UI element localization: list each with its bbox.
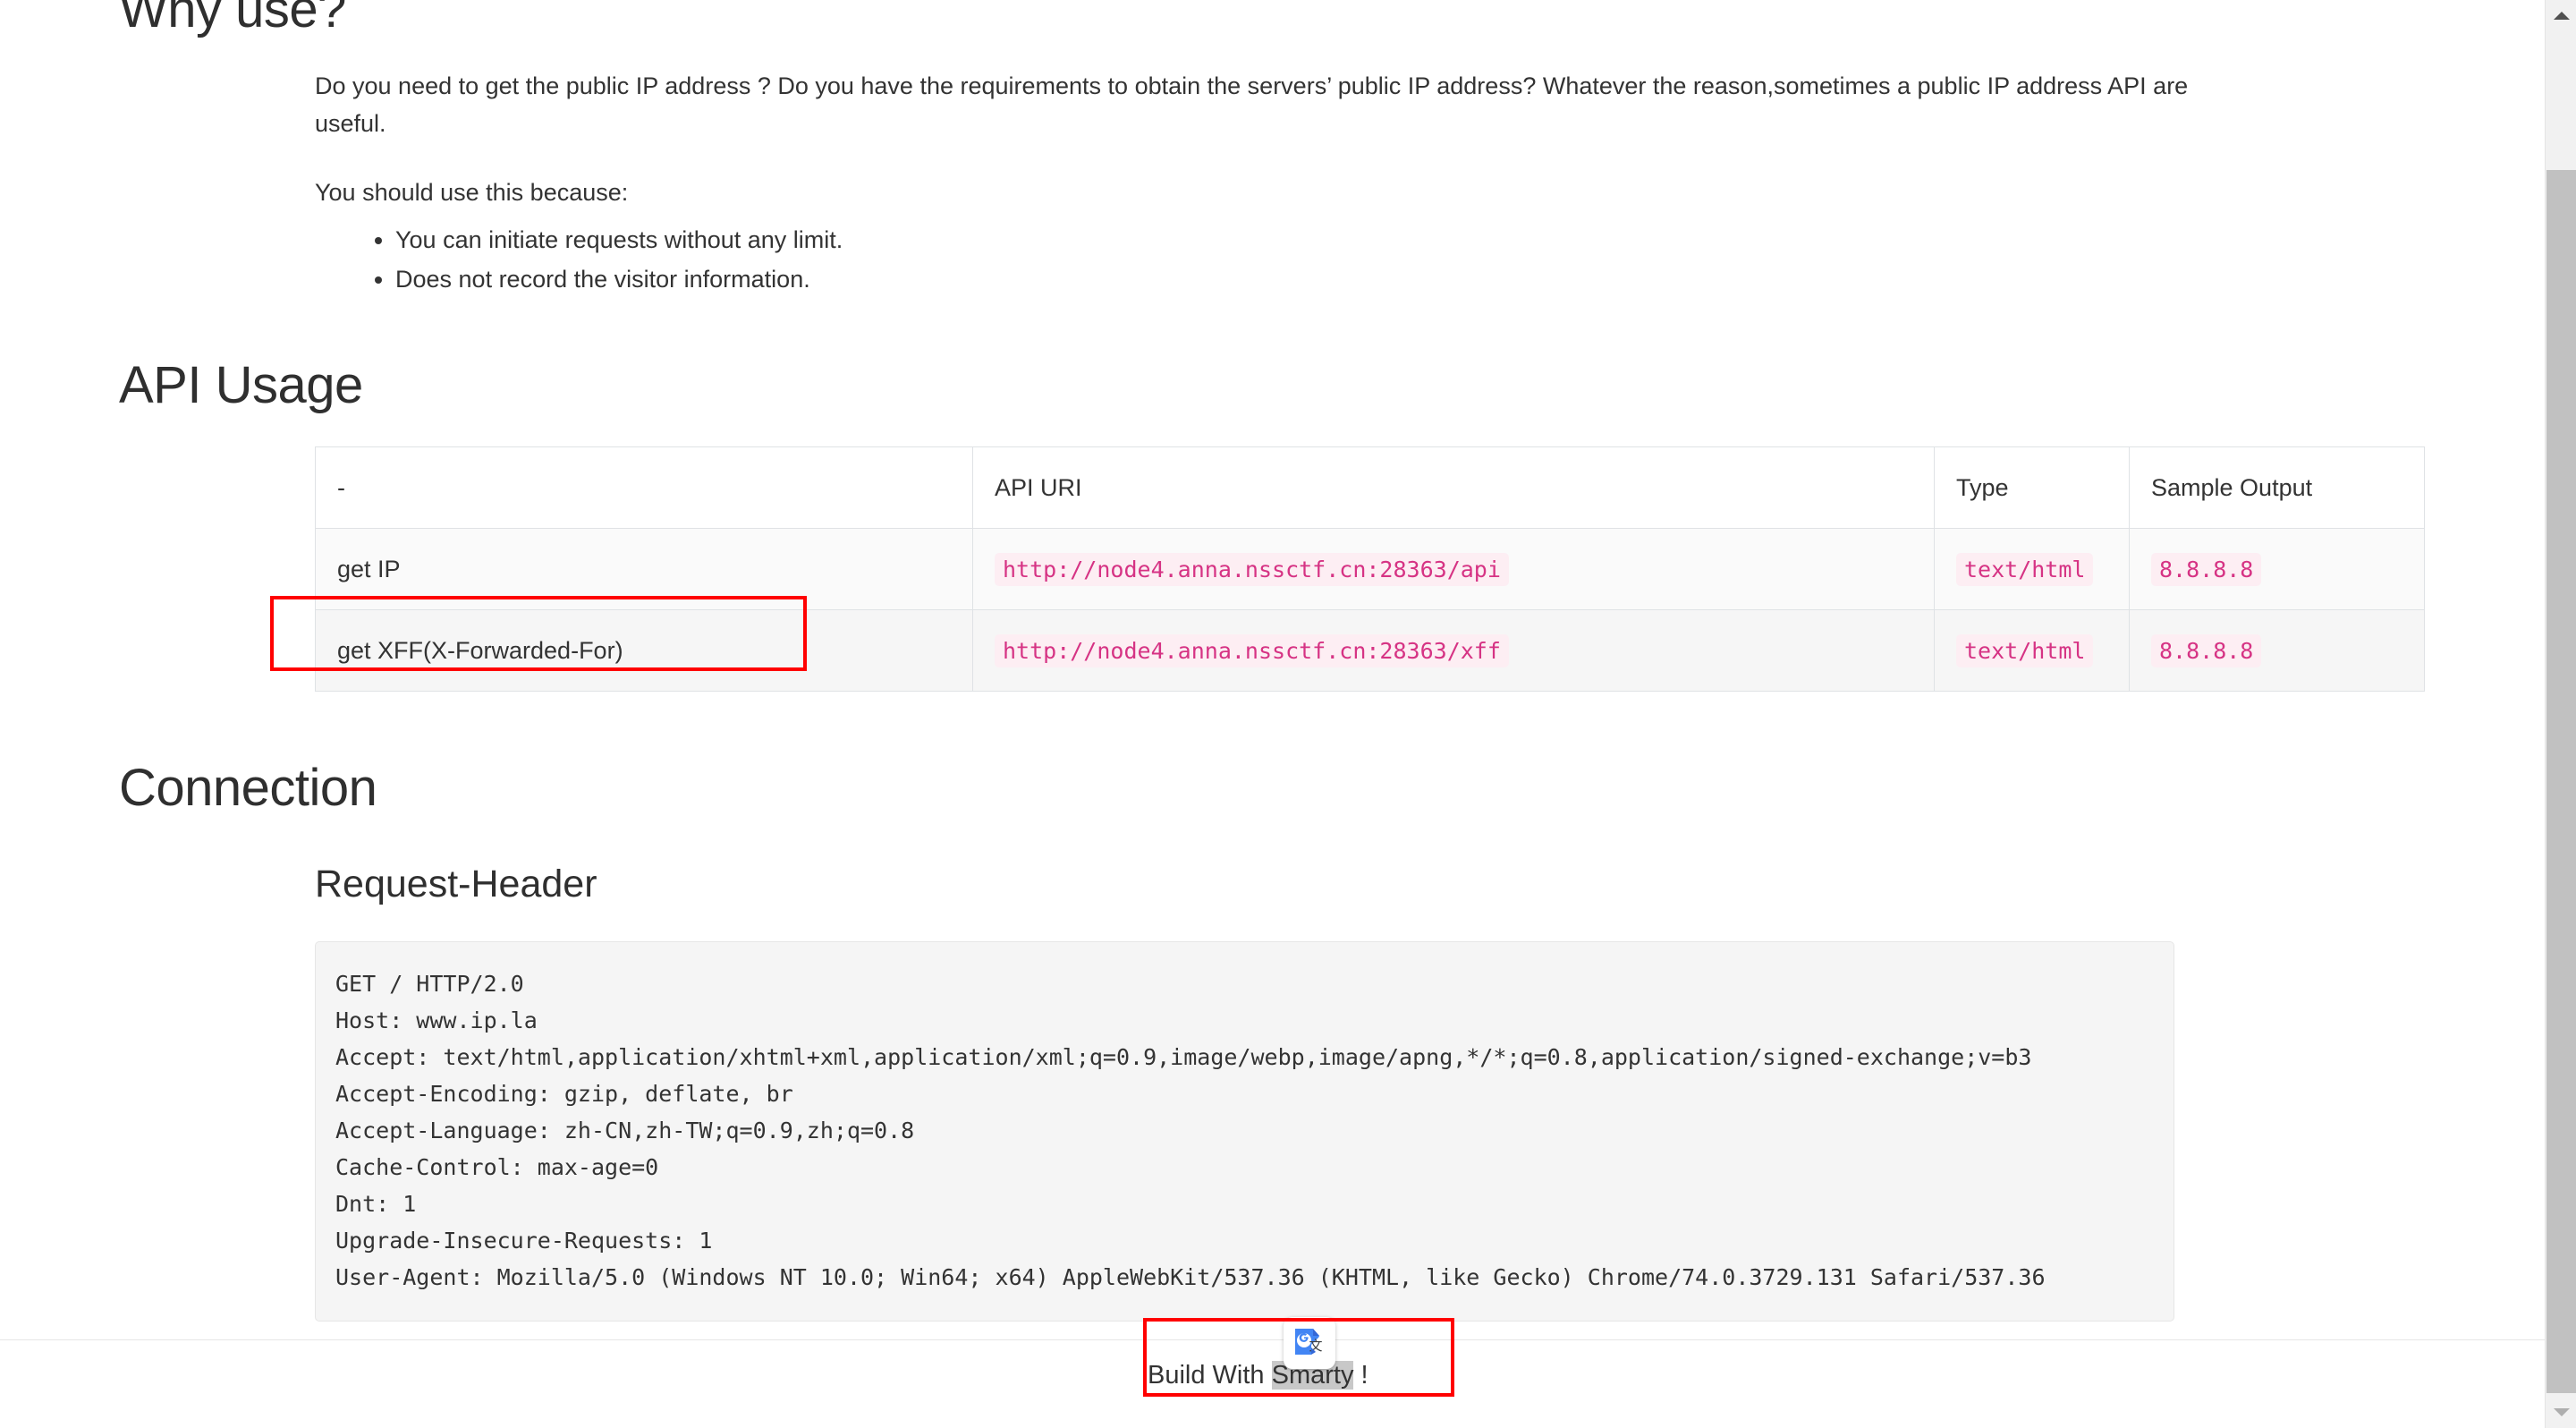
subsection-heading-request-header: Request-Header	[315, 862, 597, 908]
footer-text-after: !	[1353, 1361, 1368, 1390]
api-usage-table-wrapper: - API URI Type Sample Output get IP http…	[315, 446, 2424, 692]
cell-endpoint-name: get IP	[316, 529, 973, 610]
scrollbar-down-button[interactable]	[2546, 1397, 2576, 1428]
request-header-code-block: GET / HTTP/2.0 Host: www.ip.la Accept: t…	[315, 941, 2174, 1322]
table-row: get IP http://node4.anna.nssctf.cn:28363…	[316, 529, 2425, 610]
chevron-up-icon	[2554, 12, 2570, 20]
vertical-scrollbar[interactable]	[2545, 0, 2576, 1428]
cell-endpoint-type: text/html	[1935, 610, 2130, 692]
api-uri-code[interactable]: http://node4.anna.nssctf.cn:28363/api	[995, 553, 1509, 586]
cell-endpoint-name: get XFF(X-Forwarded-For)	[316, 610, 973, 692]
content-type-code: text/html	[1956, 553, 2093, 586]
chevron-down-icon	[2554, 1408, 2570, 1416]
column-header-uri: API URI	[973, 447, 1935, 529]
why-use-bullet-list: You can initiate requests without any li…	[358, 220, 843, 299]
scrollbar-thumb[interactable]	[2546, 170, 2576, 1393]
content-type-code: text/html	[1956, 634, 2093, 667]
column-header-type: Type	[1935, 447, 2130, 529]
column-header-output: Sample Output	[2130, 447, 2425, 529]
why-use-paragraph-2: You should use this because:	[315, 174, 628, 211]
request-header-code-text: GET / HTTP/2.0 Host: www.ip.la Accept: t…	[335, 965, 2154, 1296]
cell-endpoint-output: 8.8.8.8	[2130, 529, 2425, 610]
footer-text-before: Build With	[1148, 1361, 1272, 1390]
api-uri-code[interactable]: http://node4.anna.nssctf.cn:28363/xff	[995, 634, 1509, 667]
scrollbar-up-button[interactable]	[2546, 0, 2576, 31]
footer-credit: Build With Smarty !	[1148, 1361, 1368, 1390]
footer-divider	[0, 1339, 2545, 1340]
cell-endpoint-uri: http://node4.anna.nssctf.cn:28363/api	[973, 529, 1935, 610]
page-scroll-container: Why use? Do you need to get the public I…	[0, 0, 2545, 1428]
section-heading-api-usage: API Usage	[119, 356, 363, 416]
section-heading-why-use: Why use?	[119, 0, 346, 40]
list-item: You can initiate requests without any li…	[395, 220, 843, 259]
section-heading-connection: Connection	[119, 759, 377, 819]
api-usage-table: - API URI Type Sample Output get IP http…	[315, 446, 2425, 692]
sample-output-code: 8.8.8.8	[2151, 553, 2261, 586]
svg-text:文: 文	[1309, 1338, 1322, 1354]
list-item: Does not record the visitor information.	[395, 259, 843, 299]
sample-output-code: 8.8.8.8	[2151, 634, 2261, 667]
table-row: get XFF(X-Forwarded-For) http://node4.an…	[316, 610, 2425, 692]
table-header-row: - API URI Type Sample Output	[316, 447, 2425, 529]
column-header-name: -	[316, 447, 973, 529]
cell-endpoint-type: text/html	[1935, 529, 2130, 610]
why-use-paragraph-1: Do you need to get the public IP address…	[315, 67, 2211, 142]
google-translate-icon[interactable]: 文	[1292, 1325, 1327, 1361]
cell-endpoint-output: 8.8.8.8	[2130, 610, 2425, 692]
cell-endpoint-uri: http://node4.anna.nssctf.cn:28363/xff	[973, 610, 1935, 692]
google-translate-bubble[interactable]: 文	[1284, 1317, 1335, 1369]
